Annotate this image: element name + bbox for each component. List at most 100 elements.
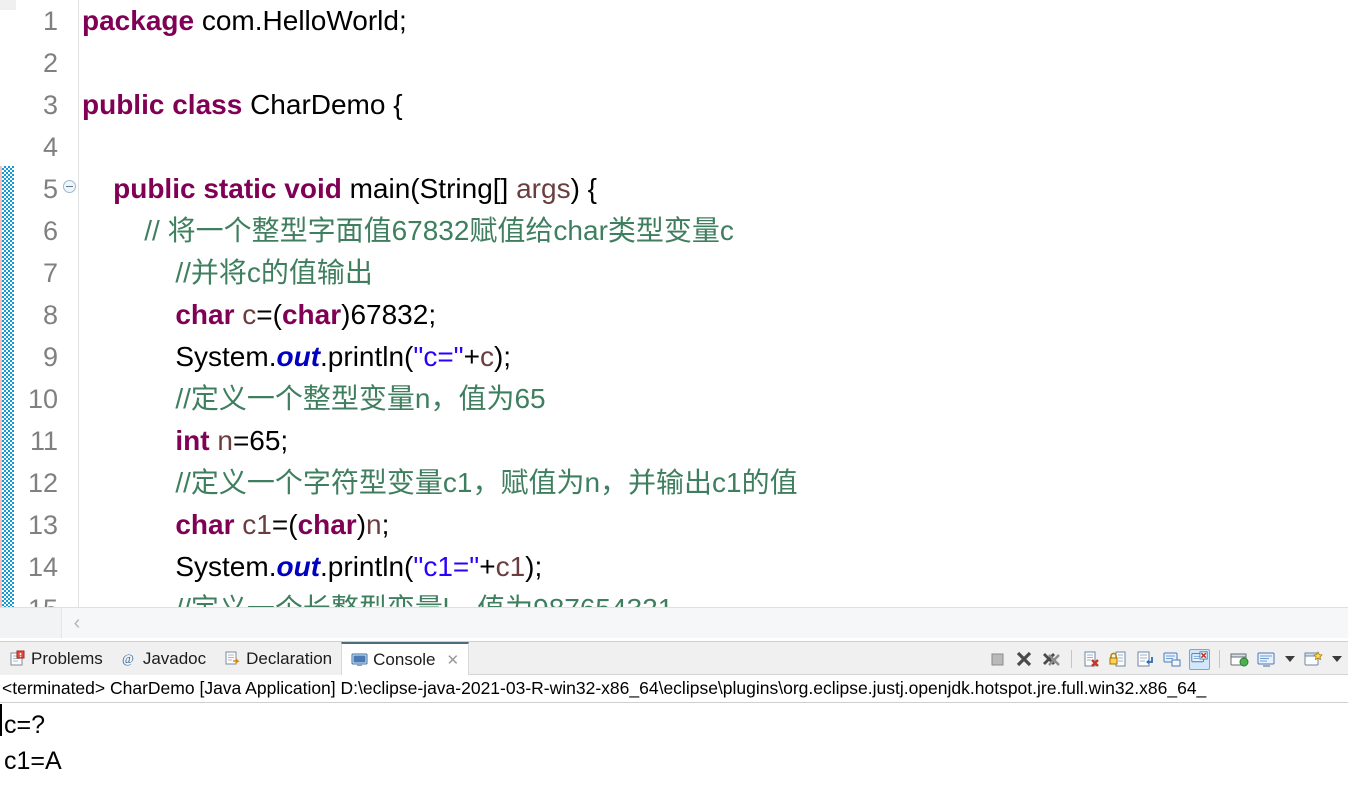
code-token: =(: [256, 299, 282, 330]
declaration-icon: [224, 650, 241, 667]
tab-label: Problems: [31, 648, 103, 668]
line-number: 13: [27, 510, 58, 540]
code-token: CharDemo {: [242, 89, 403, 120]
code-line[interactable]: System.out.println("c="+c);: [82, 336, 1348, 378]
code-line[interactable]: [82, 126, 1348, 168]
console-toolbar: [987, 646, 1344, 672]
code-token: )67832;: [341, 299, 437, 330]
line-number: 9: [42, 342, 58, 372]
collapse-method-icon[interactable]: [63, 180, 76, 193]
line-number: 14: [27, 552, 58, 582]
code-token: "c=": [413, 341, 464, 372]
code-token: );: [493, 341, 512, 372]
code-token: out: [276, 551, 321, 582]
line-number: 10: [27, 384, 58, 414]
annotation-ruler[interactable]: [0, 0, 16, 607]
code-line[interactable]: package com.HelloWorld;: [82, 0, 1348, 42]
line-number: 6: [42, 216, 58, 246]
code-line[interactable]: public class CharDemo {: [82, 84, 1348, 126]
console-output-line: c1=A: [4, 747, 62, 775]
view-menu-dropdown-icon[interactable]: [1332, 656, 1342, 662]
code-token: c1: [495, 551, 526, 582]
code-line[interactable]: //定义一个整型变量n，值为65: [82, 378, 1348, 420]
code-token: c1: [234, 509, 272, 540]
code-token: main(String[]: [341, 173, 517, 204]
folding-ruler[interactable]: [62, 0, 78, 607]
open-console-icon[interactable]: [1256, 649, 1277, 670]
line-number: 12: [27, 468, 58, 498]
code-token: char: [175, 509, 235, 540]
code-content[interactable]: package com.HelloWorld; public class Cha…: [82, 0, 1348, 607]
code-line[interactable]: int n=65;: [82, 420, 1348, 462]
line-number: 8: [42, 300, 58, 330]
remove-launch-icon[interactable]: [1014, 649, 1035, 670]
code-token: n: [366, 509, 382, 540]
new-console-view-icon[interactable]: [1303, 649, 1324, 670]
word-wrap-icon[interactable]: [1135, 649, 1156, 670]
editor-horizontal-scrollbar[interactable]: ‹: [0, 607, 1348, 638]
code-line[interactable]: //定义一个长整型变量l，值为987654321: [82, 588, 1348, 607]
code-token: .println(: [320, 551, 414, 582]
code-token: n: [209, 425, 233, 456]
code-token: //并将c的值输出: [82, 257, 373, 288]
console-text-cursor: [0, 704, 2, 736]
tab-console[interactable]: Console ✕: [341, 642, 470, 675]
console-output[interactable]: c=? c1=A: [0, 703, 1348, 790]
code-token: args: [516, 173, 571, 204]
display-selected-console-icon[interactable]: [1229, 649, 1250, 670]
line-number: 11: [29, 426, 58, 456]
problems-icon: [9, 650, 26, 667]
code-token: package: [82, 5, 195, 36]
code-token: =(: [271, 509, 298, 540]
code-token: public class: [82, 89, 243, 120]
tab-problems[interactable]: Problems: [0, 642, 112, 675]
console-panel: Problems @ Javadoc Declaration Console ✕: [0, 641, 1348, 790]
code-token: System.: [82, 551, 277, 582]
open-console-dropdown-icon[interactable]: [1285, 656, 1295, 662]
pin-console-icon[interactable]: [1189, 648, 1210, 670]
toolbar-separator: [1071, 650, 1072, 668]
code-line[interactable]: //并将c的值输出: [82, 252, 1348, 294]
panel-tabs: Problems @ Javadoc Declaration Console ✕: [0, 642, 470, 675]
line-number: 4: [42, 132, 58, 162]
code-line[interactable]: char c=(char)67832;: [82, 294, 1348, 336]
svg-text:@: @: [122, 651, 134, 666]
line-number: 3: [42, 90, 58, 120]
scroll-left-arrow-icon[interactable]: ‹: [66, 612, 88, 634]
code-line[interactable]: char c1=(char)n;: [82, 504, 1348, 546]
code-line[interactable]: //定义一个字符型变量c1，赋值为n，并输出c1的值: [82, 462, 1348, 504]
console-icon: [351, 651, 368, 668]
java-editor[interactable]: 123456789101112131415 package com.HelloW…: [0, 0, 1348, 607]
code-token: +: [479, 551, 496, 582]
code-line[interactable]: public static void main(String[] args) {: [82, 168, 1348, 210]
panel-tab-bar: Problems @ Javadoc Declaration Console ✕: [0, 642, 1348, 675]
remove-all-terminated-icon[interactable]: [1041, 649, 1062, 670]
code-token: .println(: [320, 341, 414, 372]
terminate-icon[interactable]: [987, 649, 1008, 670]
clear-console-icon[interactable]: [1081, 649, 1102, 670]
code-line[interactable]: System.out.println("c1="+c1);: [82, 546, 1348, 588]
scroll-lock-icon[interactable]: [1108, 649, 1129, 670]
line-number: 2: [42, 48, 58, 78]
line-number: 1: [42, 6, 58, 36]
tab-close-icon[interactable]: ✕: [447, 651, 460, 669]
code-token: c: [479, 341, 494, 372]
code-token: char: [281, 299, 342, 330]
code-token: "c1=": [413, 551, 480, 582]
tab-declaration[interactable]: Declaration: [215, 642, 342, 675]
tab-javadoc[interactable]: @ Javadoc: [111, 642, 216, 675]
code-token: com.HelloWorld;: [194, 5, 407, 36]
code-token: public static void: [113, 173, 342, 204]
tab-label: Javadoc: [142, 648, 207, 668]
code-token: ) {: [570, 173, 598, 204]
code-line[interactable]: [82, 42, 1348, 84]
javadoc-icon: @: [121, 650, 138, 667]
gutter-divider: [78, 0, 79, 607]
show-console-on-output-icon[interactable]: [1162, 649, 1183, 670]
line-number: 15: [16, 588, 62, 607]
code-line[interactable]: // 将一个整型字面值67832赋值给char类型变量c: [82, 210, 1348, 252]
